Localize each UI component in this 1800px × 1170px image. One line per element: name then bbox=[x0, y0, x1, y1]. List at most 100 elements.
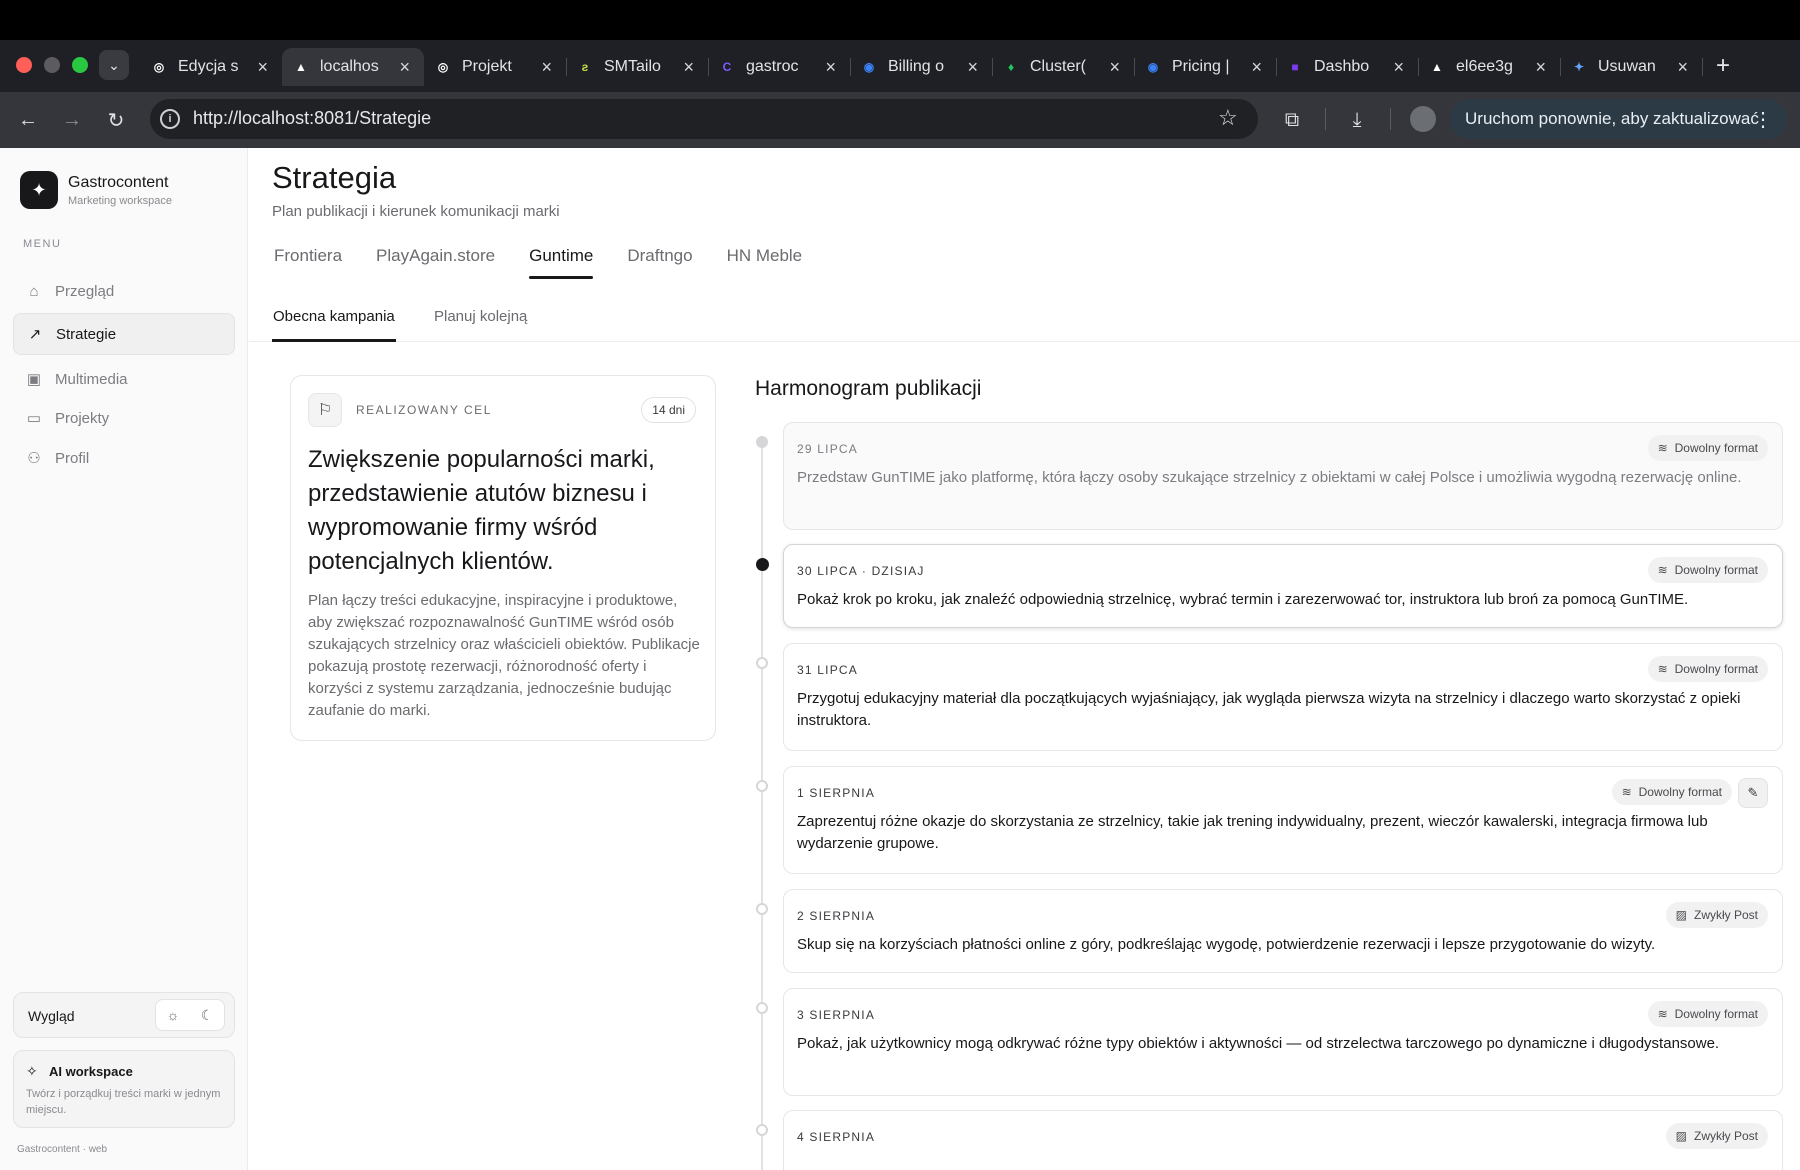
format-badge: ≋ Dowolny format bbox=[1647, 435, 1768, 461]
tab-favicon-icon: ◉ bbox=[1147, 60, 1159, 74]
window-zoom-button[interactable] bbox=[72, 57, 88, 73]
browser-tab[interactable]: ▲ localhos × bbox=[282, 48, 424, 86]
arrow-right-icon: → bbox=[62, 108, 82, 131]
browser-tab[interactable]: ◎ Projekt × bbox=[424, 48, 567, 86]
flag-icon: ⚐ bbox=[308, 393, 342, 427]
appearance-label: Wygląd bbox=[28, 1008, 75, 1024]
tab-brand[interactable]: Frontiera bbox=[274, 234, 342, 274]
ai-workspace-card[interactable]: ✧ AI workspace Twórz i porządkuj treści … bbox=[13, 1050, 235, 1128]
page-subtitle: Plan publikacji i kierunek komunikacji m… bbox=[272, 203, 560, 220]
tab-favicon-icon: ◎ bbox=[153, 60, 165, 74]
sidebar-item-projekty[interactable]: ▭ Projekty bbox=[13, 397, 235, 439]
tab-title: Cluster( bbox=[1030, 58, 1087, 75]
tab-brand[interactable]: Draftngo bbox=[627, 234, 692, 274]
bookmark-star-icon[interactable]: ☆ bbox=[1218, 105, 1238, 131]
timeline-dot bbox=[756, 1002, 768, 1014]
ai-workspace-text: Twórz i porządkuj treści marki w jednym … bbox=[26, 1088, 221, 1116]
tab-close-icon[interactable]: × bbox=[1677, 57, 1688, 78]
tab-close-icon[interactable]: × bbox=[1109, 57, 1120, 78]
browser-tab[interactable]: ✦ Usuwan × bbox=[1560, 48, 1703, 86]
kebab-menu-icon[interactable]: ⋮ bbox=[1753, 107, 1773, 132]
tab-brand[interactable]: PlayAgain.store bbox=[376, 234, 495, 274]
tab-close-icon[interactable]: × bbox=[399, 57, 410, 78]
format-label: Dowolny format bbox=[1638, 785, 1722, 799]
timeline-dot bbox=[756, 436, 768, 448]
schedule-entry[interactable]: 3 SIERPNIA ≋ Dowolny format Pokaż, jak użyt… bbox=[783, 988, 1783, 1096]
tab-favicon-icon: ■ bbox=[1291, 60, 1299, 74]
browser-tab[interactable]: ◎ Edycja s × bbox=[140, 48, 283, 86]
browser-tab[interactable]: ◉ Billing o × bbox=[850, 48, 993, 86]
entry-date: 2 SIERPNIA bbox=[797, 909, 876, 923]
tab-current-campaign[interactable]: Obecna kampania bbox=[272, 308, 396, 342]
download-icon[interactable]: ⤓ bbox=[1343, 106, 1371, 134]
sun-icon[interactable]: ☼ bbox=[156, 1000, 190, 1030]
schedule-entry[interactable]: 31 LIPCA ≋ Dowolny format Przygotuj edukacy… bbox=[783, 643, 1783, 751]
browser-tab[interactable]: ▲ el6ee3g × bbox=[1418, 48, 1561, 86]
format-label: Dowolny format bbox=[1674, 1007, 1758, 1021]
sidebar-item-strategie[interactable]: ↗ Strategie bbox=[13, 313, 235, 355]
window-minimize-button[interactable] bbox=[44, 57, 60, 73]
entry-text: Przygotuj edukacyjny materiał dla począt… bbox=[797, 690, 1741, 729]
tab-brand[interactable]: HN Meble bbox=[727, 234, 803, 274]
format-badge: ≋ Dowolny format bbox=[1647, 557, 1768, 583]
schedule-entry[interactable]: 2 SIERPNIA ▨ Zwykły Post Skup się na korzyś… bbox=[783, 889, 1783, 973]
schedule-entry[interactable]: 30 LIPCA · DZISIAJ ≋ Dowolny format Pokaż k… bbox=[783, 544, 1783, 628]
tab-close-icon[interactable]: × bbox=[967, 57, 978, 78]
browser-tab[interactable]: ƨ SMTailo × bbox=[566, 48, 709, 86]
address-url[interactable]: http://localhost:8081/Strategie bbox=[193, 108, 431, 129]
format-label: Dowolny format bbox=[1674, 563, 1758, 577]
tab-plan-next[interactable]: Planuj kolejną bbox=[434, 308, 527, 325]
site-info-icon[interactable]: i bbox=[160, 109, 180, 129]
update-button[interactable]: Uruchom ponownie, aby zaktualizować ⋮ bbox=[1450, 99, 1787, 139]
appearance-panel: Wygląd ☼ ☾ bbox=[13, 992, 235, 1038]
goal-duration-badge: 14 dni bbox=[641, 397, 696, 423]
tab-brand[interactable]: Guntime bbox=[529, 234, 594, 279]
schedule-entry[interactable]: 4 SIERPNIA ▨ Zwykły Post bbox=[783, 1110, 1783, 1170]
browser-tab[interactable]: ◉ Pricing | × bbox=[1134, 48, 1277, 86]
toolbar-divider bbox=[1325, 108, 1326, 130]
back-button[interactable]: ← bbox=[12, 104, 44, 136]
format-badge: ▨ Zwykły Post bbox=[1665, 1123, 1768, 1149]
reload-button[interactable]: ↻ bbox=[100, 104, 132, 136]
tab-close-icon[interactable]: × bbox=[257, 57, 268, 78]
tab-title: el6ee3g bbox=[1456, 58, 1513, 75]
profile-avatar[interactable] bbox=[1410, 106, 1436, 132]
sidebar-item-profil[interactable]: ⚇ Profil bbox=[13, 437, 235, 479]
extensions-icon[interactable]: ⧉ bbox=[1278, 106, 1306, 134]
entry-date: 3 SIERPNIA bbox=[797, 1008, 876, 1022]
browser-tab[interactable]: Cgastroc × bbox=[708, 48, 851, 86]
tab-close-icon[interactable]: × bbox=[541, 57, 552, 78]
theme-toggle[interactable]: ☼ ☾ bbox=[155, 999, 225, 1031]
tab-close-icon[interactable]: × bbox=[825, 57, 836, 78]
moon-icon[interactable]: ☾ bbox=[190, 1000, 224, 1030]
tab-favicon-icon: ▲ bbox=[1431, 60, 1443, 74]
sidebar-footer: Gastrocontent · web bbox=[17, 1144, 108, 1155]
format-badge: ≋ Dowolny format bbox=[1647, 1001, 1768, 1027]
format-label: Dowolny format bbox=[1674, 441, 1758, 455]
window-close-button[interactable] bbox=[16, 57, 32, 73]
update-label: Uruchom ponownie, aby zaktualizować bbox=[1465, 109, 1759, 128]
tab-search-button[interactable]: ⌄ bbox=[99, 50, 129, 80]
sidebar-item-multimedia[interactable]: ▣ Multimedia bbox=[13, 358, 235, 400]
browser-tab[interactable]: ■ Dashbo × bbox=[1276, 48, 1419, 86]
layers-icon: ≋ bbox=[1621, 785, 1632, 799]
schedule-title: Harmonogram publikacji bbox=[755, 377, 982, 400]
schedule-entry[interactable]: 1 SIERPNIA ≋ Dowolny format ✎ Zaprezentuj ró… bbox=[783, 766, 1783, 874]
tab-close-icon[interactable]: × bbox=[1393, 57, 1404, 78]
sparkles-icon: ✧ bbox=[26, 1063, 38, 1079]
home-icon: ⌂ bbox=[29, 282, 39, 300]
sidebar-item-przegląd[interactable]: ⌂ Przegląd bbox=[13, 270, 235, 312]
tab-close-icon[interactable]: × bbox=[1535, 57, 1546, 78]
schedule-entry[interactable]: 29 LIPCA ≋ Dowolny format Przedstaw GunTIME… bbox=[783, 422, 1783, 530]
tab-favicon-icon: C bbox=[722, 60, 732, 74]
entry-text: Przedstaw GunTIME jako platformę, która … bbox=[797, 469, 1742, 486]
forward-button[interactable]: → bbox=[56, 104, 88, 136]
tab-favicon-icon: ◉ bbox=[863, 60, 875, 74]
tab-close-icon[interactable]: × bbox=[1251, 57, 1262, 78]
entry-date: 29 LIPCA bbox=[797, 442, 858, 456]
tab-close-icon[interactable]: × bbox=[683, 57, 694, 78]
ai-workspace-title: AI workspace bbox=[49, 1064, 133, 1079]
browser-tab[interactable]: ♦ Cluster(× bbox=[992, 48, 1135, 86]
new-tab-button[interactable]: + bbox=[1706, 49, 1740, 83]
edit-entry-button[interactable]: ✎ bbox=[1738, 778, 1768, 808]
